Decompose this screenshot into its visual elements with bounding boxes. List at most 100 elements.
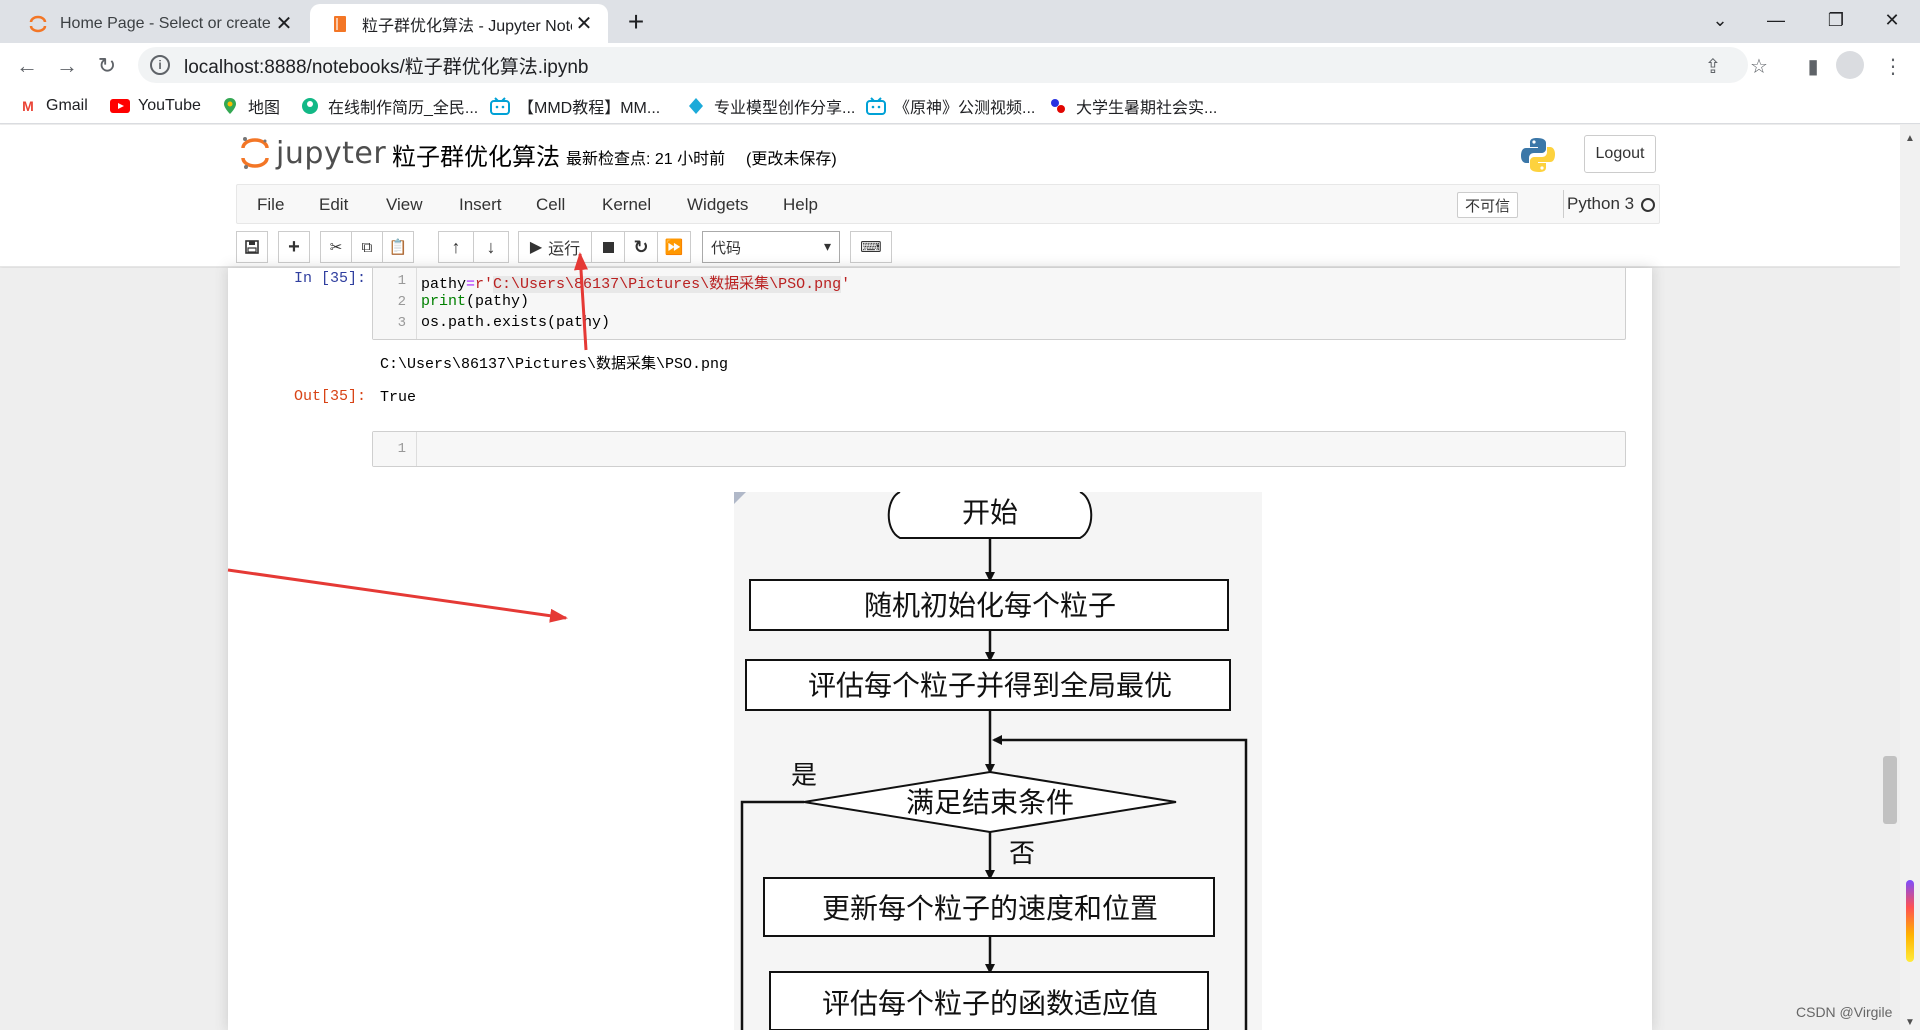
pso-flowchart-image: 开始 随机初始化每个粒子 评估每个粒子并得到全局最优 满足结束条件 是 否 更新… (734, 492, 1262, 1030)
restart-kernel-button[interactable]: ↻ (624, 231, 658, 263)
menu-file[interactable]: File (257, 195, 284, 215)
save-icon (245, 240, 259, 254)
scroll-down-icon[interactable]: ▼ (1905, 1017, 1915, 1028)
scroll-up-icon[interactable]: ▲ (1905, 133, 1915, 144)
reload-icon[interactable]: ↻ (90, 49, 124, 83)
kernel-idle-indicator-icon (1641, 198, 1655, 212)
flowchart-start-label: 开始 (962, 496, 1018, 529)
site-info-icon[interactable]: i (150, 55, 170, 75)
bookmark-label: 《原神》公测视频... (894, 100, 1036, 117)
back-icon[interactable]: ← (10, 49, 44, 83)
tieba-icon (1048, 97, 1068, 115)
move-down-button[interactable]: ↓ (473, 231, 509, 263)
bookmark-mmd[interactable]: 【MMD教程】MM... (490, 94, 660, 118)
line-number: 3 (397, 315, 406, 331)
tab-notebook[interactable]: 粒子群优化算法 - Jupyter Notebook ✕ (310, 4, 608, 43)
scissors-icon: ✂ (329, 239, 343, 256)
notebook-title[interactable]: 粒子群优化算法 (392, 137, 560, 172)
code-cell-editor[interactable]: 1 2 3 pathy=r'C:\Users\86137\Pictures\数据… (372, 268, 1626, 340)
menu-help[interactable]: Help (783, 195, 818, 215)
code-token: (pathy) (466, 293, 530, 310)
share-icon[interactable]: ⇪ (1700, 53, 1726, 79)
copy-button[interactable]: ⧉ (351, 231, 383, 263)
line-number-gutter: 1 (373, 432, 417, 466)
bookmark-label: 在线制作简历_全民... (328, 100, 479, 117)
menu-view[interactable]: View (386, 195, 423, 215)
new-tab-icon[interactable]: + (620, 6, 652, 38)
kernel-name[interactable]: Python 3 (1567, 194, 1634, 214)
line-number-gutter: 1 2 3 (373, 268, 417, 339)
logout-button[interactable]: Logout (1584, 135, 1656, 173)
command-palette-button[interactable]: ⌨ (850, 231, 892, 263)
flowchart-no-label: 否 (1009, 839, 1035, 869)
code-token: r' (475, 276, 494, 293)
run-button[interactable]: ▶ 运行 (518, 231, 592, 263)
jupyter-logo-icon (241, 137, 269, 169)
save-button[interactable] (236, 231, 268, 263)
bookmark-star-icon[interactable]: ☆ (1746, 53, 1772, 79)
bookmark-label: 地图 (248, 100, 281, 117)
paste-button[interactable]: 📋 (382, 231, 414, 263)
menu-widgets[interactable]: Widgets (687, 195, 748, 215)
bilibili-icon (490, 97, 510, 115)
plus-icon: + (288, 235, 300, 258)
bookmark-resume[interactable]: 在线制作简历_全民... (300, 94, 478, 118)
menu-cell[interactable]: Cell (536, 195, 565, 215)
trusted-notebook-indicator[interactable]: 不可信 (1457, 192, 1519, 218)
profile-avatar[interactable] (1836, 51, 1864, 79)
stdout-output: C:\Users\86137\Pictures\数据采集\PSO.png (380, 356, 729, 373)
stop-icon (602, 241, 614, 253)
code-token: ' (841, 276, 851, 293)
tab-search-icon[interactable]: ⌄ (1690, 0, 1750, 40)
resume-icon (300, 97, 320, 115)
execute-result: True (380, 389, 417, 406)
bookmark-label: YouTube (138, 97, 201, 114)
interrupt-kernel-button[interactable] (591, 231, 625, 263)
sketchfab-icon (686, 97, 706, 115)
restart-run-all-button[interactable]: ⏩ (657, 231, 691, 263)
jupyter-favicon-icon (28, 14, 48, 34)
cell-type-select[interactable]: 代码 ▾ (702, 231, 840, 263)
notebook-menubar: File Edit View Insert Cell Kernel Widget… (236, 184, 1660, 224)
forward-icon[interactable]: → (50, 49, 84, 83)
bookmark-social-practice[interactable]: 大学生暑期社会实... (1048, 94, 1217, 118)
minimize-icon[interactable]: — (1746, 0, 1806, 40)
bookmark-gmail[interactable]: M Gmail (18, 94, 88, 118)
omnibox[interactable]: i localhost:8888/notebooks/粒子群优化算法.ipynb… (138, 47, 1768, 83)
close-window-icon[interactable]: ✕ (1862, 0, 1920, 40)
menu-insert[interactable]: Insert (459, 195, 502, 215)
notebook-scroll-thumb[interactable] (1883, 756, 1897, 824)
tab-title: 粒子群优化算法 - Jupyter Notebook (362, 17, 572, 35)
play-icon: ▶ (529, 239, 543, 256)
notebook-container: In [35]: 1 2 3 pathy=r'C:\Users\86137\Pi… (228, 268, 1652, 1030)
address-bar-row: ← → ↻ i localhost:8888/notebooks/粒子群优化算法… (0, 43, 1920, 88)
gmail-icon: M (22, 98, 34, 114)
jupyter-logo[interactable]: jupyter (240, 133, 386, 173)
page-scroll-thumb[interactable] (1906, 880, 1914, 962)
jupyter-logo-text: jupyter (276, 135, 387, 171)
paste-icon: 📋 (388, 239, 408, 256)
bookmark-genshin[interactable]: 《原神》公测视频... (866, 94, 1035, 118)
menu-kernel[interactable]: Kernel (602, 195, 651, 215)
bookmark-maps[interactable]: 地图 (220, 94, 280, 118)
insert-cell-button[interactable]: + (278, 231, 310, 263)
close-tab-icon[interactable]: ✕ (572, 12, 596, 36)
bookmark-youtube[interactable]: YouTube (110, 94, 201, 118)
side-panel-icon[interactable]: ▮ (1796, 49, 1830, 83)
bookmark-label: 【MMD教程】MM... (518, 100, 661, 117)
menu-kebab-icon[interactable]: ⋮ (1876, 49, 1910, 83)
tab-home-page[interactable]: Home Page - Select or create a notebook … (8, 4, 308, 43)
cell-type-value: 代码 (711, 239, 742, 257)
url-text[interactable]: localhost:8888/notebooks/粒子群优化算法.ipynb (184, 52, 588, 79)
code-line-2: print(pathy) (421, 293, 529, 310)
move-up-button[interactable]: ↑ (438, 231, 474, 263)
cut-button[interactable]: ✂ (320, 231, 352, 263)
code-token: pathy (421, 276, 467, 293)
bookmark-sketchfab[interactable]: 专业模型创作分享... (686, 94, 855, 118)
close-tab-icon[interactable]: ✕ (272, 12, 296, 36)
menu-edit[interactable]: Edit (319, 195, 348, 215)
flowchart-update-label: 更新每个粒子的速度和位置 (822, 892, 1158, 925)
restore-icon[interactable]: ❐ (1806, 0, 1866, 40)
autosave-status: (更改未保存) (746, 151, 837, 168)
empty-code-cell-editor[interactable]: 1 (372, 431, 1626, 467)
